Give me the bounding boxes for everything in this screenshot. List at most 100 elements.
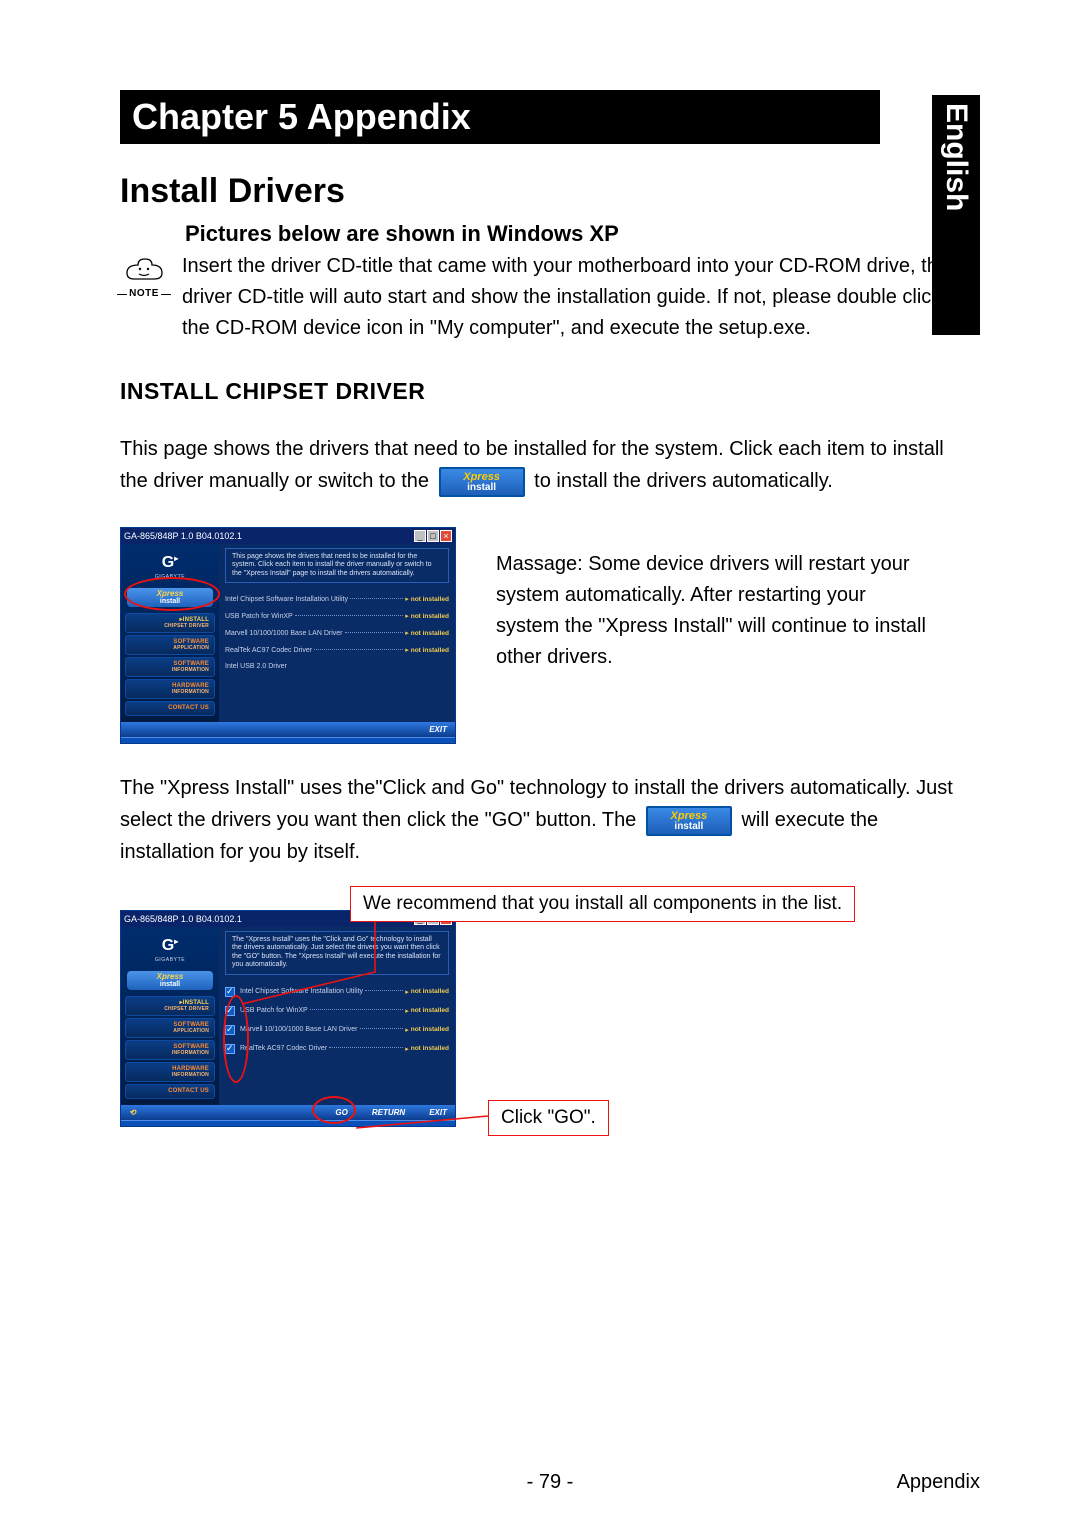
- driver-status: not installed: [411, 596, 449, 603]
- intro-paragraph: Insert the driver CD-title that came wit…: [182, 251, 962, 344]
- screenshot-1: GA-865/848P 1.0 B04.0102.1 _□× G▸ GIGABY…: [120, 527, 456, 744]
- sidebar-item[interactable]: HARDWAREINFORMATION: [125, 1062, 215, 1082]
- xpress-badge2-line1: Xpress: [671, 810, 708, 822]
- installer-bottom-bar-1: EXIT: [121, 722, 455, 737]
- xpress-sidebar2-l2: install: [130, 981, 210, 988]
- screenshot-2: GA-865/848P 1.0 B04.0102.1 _□× G▸ GIGABY…: [120, 910, 456, 1127]
- footer-section-name: Appendix: [897, 1471, 980, 1494]
- driver-row[interactable]: USB Patch for WinXP ▸not installed: [225, 610, 449, 627]
- message-text: Massage: Some device drivers will restar…: [496, 549, 926, 673]
- window-buttons-1: _□×: [413, 530, 452, 542]
- sidebar-item[interactable]: CONTACT US: [125, 1084, 215, 1099]
- driver-name: Intel Chipset Software Installation Util…: [240, 988, 363, 995]
- checkbox-icon[interactable]: [225, 1006, 235, 1016]
- sidebar-item[interactable]: SOFTWAREAPPLICATION: [125, 635, 215, 655]
- install-chipset-heading: INSTALL CHIPSET DRIVER: [120, 378, 980, 405]
- sidebar-item[interactable]: CONTACT US: [125, 701, 215, 716]
- xpress-badge-line2: install: [441, 483, 523, 493]
- xpress-sidebar-l1: Xpress: [157, 589, 184, 598]
- gigabyte-logo-icon-2: G▸: [121, 931, 219, 957]
- xpress-sidebar2-l1: Xpress: [157, 972, 184, 981]
- xpress-logo-sidebar-1: Xpress install: [127, 588, 213, 607]
- go-button[interactable]: GO: [335, 1108, 347, 1117]
- sidebar-item[interactable]: SOFTWAREINFORMATION: [125, 657, 215, 677]
- gigabyte-logo-text: GIGABYTE: [121, 574, 219, 580]
- note-label: NOTE: [129, 288, 159, 299]
- driver-name: RealTek AC97 Codec Driver: [225, 647, 312, 654]
- checkbox-icon[interactable]: [225, 1044, 235, 1054]
- note-icon: NOTE: [120, 255, 168, 301]
- driver-status: not installed: [411, 630, 449, 637]
- return-button[interactable]: RETURN: [372, 1108, 405, 1117]
- para1-after: to install the drivers automatically.: [534, 470, 833, 492]
- xpress-sidebar-l2: install: [130, 598, 210, 605]
- arrow-icon: ▸: [405, 1007, 409, 1015]
- installer-bottom-bar-2: ⟲ GO RETURN EXIT: [121, 1105, 455, 1120]
- driver-row[interactable]: Marvell 10/100/1000 Base LAN Driver ▸not …: [225, 627, 449, 644]
- gigabyte-logo-icon: G▸: [121, 548, 219, 574]
- sidebar-item[interactable]: SOFTWAREAPPLICATION: [125, 1018, 215, 1038]
- installer-description-2: The "Xpress Install" uses the "Click and…: [225, 931, 449, 975]
- driver-row[interactable]: RealTek AC97 Codec Driver ▸not installed: [225, 1042, 449, 1061]
- driver-row[interactable]: USB Patch for WinXP ▸not installed: [225, 1004, 449, 1023]
- driver-name: Intel Chipset Software Installation Util…: [225, 596, 348, 603]
- arrow-icon: ▸: [405, 629, 409, 637]
- xpress-badge-line1: Xpress: [463, 471, 500, 483]
- driver-row[interactable]: Intel USB 2.0 Driver: [225, 661, 449, 677]
- sidebar-item[interactable]: ▸INSTALLCHIPSET DRIVER: [125, 996, 215, 1016]
- page-footer: - 79 - Appendix: [120, 1471, 980, 1494]
- window-titlebar-1: GA-865/848P 1.0 B04.0102.1 _□×: [121, 528, 455, 544]
- arrow-icon: ▸: [405, 646, 409, 654]
- driver-row[interactable]: Marvell 10/100/1000 Base LAN Driver ▸not …: [225, 1023, 449, 1042]
- driver-name: USB Patch for WinXP: [240, 1007, 308, 1014]
- gigabyte-logo-text-2: GIGABYTE: [121, 957, 219, 963]
- driver-row[interactable]: Intel Chipset Software Installation Util…: [225, 985, 449, 1004]
- xpress-badge2-line2: install: [648, 822, 730, 832]
- paragraph-1: This page shows the drivers that need to…: [120, 433, 960, 497]
- callout-click-go: Click "GO".: [488, 1100, 609, 1136]
- page-number: - 79 -: [527, 1471, 574, 1494]
- installer-sidebar-1: G▸ GIGABYTE Xpress install ▸INSTALLCHIPS…: [121, 544, 219, 722]
- checkbox-icon[interactable]: [225, 987, 235, 997]
- xpress-logo-sidebar-2: Xpress install: [127, 971, 213, 990]
- xpress-install-badge: Xpress install: [439, 467, 525, 497]
- reverse-icon[interactable]: ⟲: [129, 1108, 136, 1117]
- language-tab: English: [932, 95, 980, 335]
- exit-button-2[interactable]: EXIT: [429, 1108, 447, 1117]
- driver-name: Marvell 10/100/1000 Base LAN Driver: [225, 630, 343, 637]
- driver-status: not installed: [411, 613, 449, 620]
- driver-name: USB Patch for WinXP: [225, 613, 293, 620]
- driver-row[interactable]: RealTek AC97 Codec Driver ▸not installed: [225, 644, 449, 661]
- arrow-icon: ▸: [405, 595, 409, 603]
- window-title-1: GA-865/848P 1.0 B04.0102.1: [124, 531, 242, 541]
- installer-footer-strip-1: [121, 737, 455, 743]
- paragraph-2: The "Xpress Install" uses the"Click and …: [120, 772, 960, 868]
- exit-button-1[interactable]: EXIT: [429, 725, 447, 734]
- xpress-install-badge-2: Xpress install: [646, 806, 732, 836]
- driver-name: RealTek AC97 Codec Driver: [240, 1045, 327, 1052]
- section-heading: Install Drivers: [120, 172, 980, 211]
- driver-row[interactable]: Intel Chipset Software Installation Util…: [225, 593, 449, 610]
- installer-description-1: This page shows the drivers that need to…: [225, 548, 449, 583]
- arrow-icon: ▸: [405, 988, 409, 996]
- installer-sidebar-2: G▸ GIGABYTE Xpress install ▸INSTALLCHIPS…: [121, 927, 219, 1105]
- sidebar-item[interactable]: SOFTWAREINFORMATION: [125, 1040, 215, 1060]
- driver-status: not installed: [411, 988, 449, 995]
- arrow-icon: ▸: [405, 1045, 409, 1053]
- window-title-2: GA-865/848P 1.0 B04.0102.1: [124, 914, 242, 924]
- sidebar-item[interactable]: HARDWAREINFORMATION: [125, 679, 215, 699]
- arrow-icon: ▸: [405, 1026, 409, 1034]
- checkbox-icon[interactable]: [225, 1025, 235, 1035]
- arrow-icon: ▸: [405, 612, 409, 620]
- sidebar-item[interactable]: ▸INSTALLCHIPSET DRIVER: [125, 613, 215, 633]
- subheading-os: Pictures below are shown in Windows XP: [185, 221, 980, 247]
- driver-status: not installed: [411, 1007, 449, 1014]
- driver-status: not installed: [411, 647, 449, 654]
- driver-status: not installed: [411, 1026, 449, 1033]
- installer-footer-strip-2: [121, 1120, 455, 1126]
- driver-status: not installed: [411, 1045, 449, 1052]
- driver-name: Intel USB 2.0 Driver: [225, 663, 287, 670]
- driver-name: Marvell 10/100/1000 Base LAN Driver: [240, 1026, 358, 1033]
- callout-recommend: We recommend that you install all compon…: [350, 886, 855, 922]
- chapter-title-bar: Chapter 5 Appendix: [120, 90, 880, 144]
